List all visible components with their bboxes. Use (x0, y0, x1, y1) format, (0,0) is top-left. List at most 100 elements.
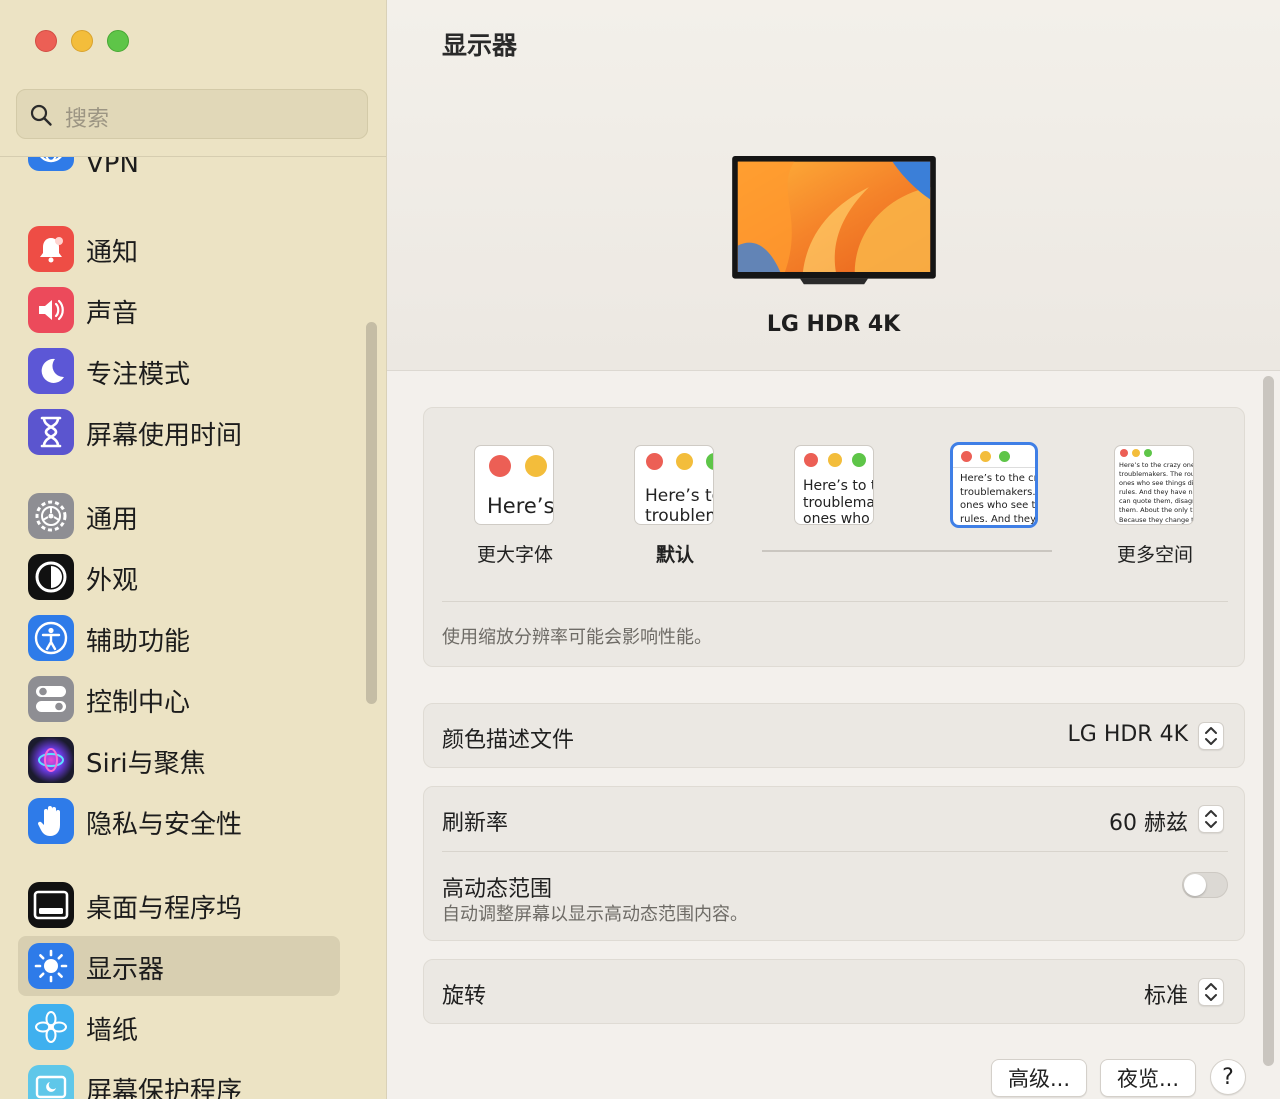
sidebar-item-label: 通用 (86, 505, 139, 535)
preview-text: Here’s (487, 494, 554, 518)
sidebar-item-label: Siri与聚焦 (86, 749, 206, 779)
toggle-knob (1184, 874, 1206, 896)
sidebar-item-label: 显示器 (86, 955, 165, 985)
resolution-preview: Here’s (474, 445, 554, 525)
gear-icon (28, 493, 74, 539)
display-name: LG HDR 4K (766, 312, 901, 337)
sidebar-item-appearance[interactable]: 外观 (18, 547, 340, 607)
sidebar-item-label: 声音 (86, 299, 139, 329)
sidebar-item-focus[interactable]: 专注模式 (18, 341, 340, 401)
sidebar-item-siri[interactable]: Siri与聚焦 (18, 730, 340, 790)
close-window-button[interactable] (35, 30, 57, 52)
siri-icon (28, 737, 74, 783)
search-placeholder: 搜索 (65, 107, 110, 132)
screensaver-icon (28, 1065, 74, 1099)
resolution-preview: Here’s to t troublema ones who (794, 445, 874, 525)
sidebar-item-notifications[interactable]: 通知 (18, 219, 340, 279)
advanced-button[interactable]: 高级... (991, 1059, 1087, 1097)
sidebar-item-label: 屏幕保护程序 (86, 1077, 243, 1099)
sidebar-item-privacy[interactable]: 隐私与安全性 (18, 791, 340, 851)
resolution-track (762, 550, 1052, 552)
resolution-option-more-space[interactable]: Here’s to the crazy one troublemakers. T… (1114, 445, 1196, 566)
appearance-icon (28, 554, 74, 600)
color-profile-label: 颜色描述文件 (442, 728, 575, 753)
speaker-icon (28, 287, 74, 333)
hdr-label: 高动态范围 (442, 877, 553, 902)
refresh-rate-popup[interactable] (1198, 805, 1224, 833)
resolution-card: Here’s 更大字体 Here’s to troublem 默认 (423, 407, 1245, 667)
color-profile-row[interactable]: 颜色描述文件 LG HDR 4K (423, 703, 1245, 768)
sidebar-divider (0, 156, 386, 157)
sidebar-item-accessibility[interactable]: 辅助功能 (18, 608, 340, 668)
hourglass-icon (28, 409, 74, 455)
preview-text: Here’s to troublem (645, 486, 713, 525)
sidebar-item-label: 桌面与程序坞 (86, 894, 243, 924)
hdr-description: 自动调整屏幕以显示高动态范围内容。 (442, 904, 748, 925)
chevron-updown-icon (1205, 810, 1217, 828)
color-profile-value: LG HDR 4K (1067, 722, 1188, 747)
performance-note: 使用缩放分辨率可能会影响性能。 (442, 627, 712, 648)
preview-text: Here’s to t troublema ones who (803, 478, 874, 525)
resolution-option-4[interactable]: Here’s to the cr troublemakers. ones who… (950, 442, 1038, 528)
rotation-value: 标准 (1143, 984, 1188, 1009)
sidebar-item-displays[interactable]: 显示器 (18, 936, 340, 996)
sidebar: 搜索 VPN 搜索 通知 声音 专注模式 (0, 0, 387, 1099)
resolution-option-default[interactable]: Here’s to troublem 默认 (634, 445, 716, 566)
sidebar-item-sound[interactable]: 声音 (18, 280, 340, 340)
resolution-preview: Here’s to the cr troublemakers. ones who… (950, 442, 1038, 528)
resolution-label: 更多空间 (1116, 544, 1193, 566)
resolution-preview: Here’s to troublem (634, 445, 714, 525)
minimize-window-button[interactable] (71, 30, 93, 52)
refresh-rate-value: 60 赫兹 (1109, 811, 1188, 836)
refresh-hdr-card: 刷新率 60 赫兹 高动态范围 自动调整屏幕以显示高动态范围内容。 (423, 786, 1245, 941)
sidebar-item-label: 墙纸 (86, 1016, 139, 1046)
chevron-updown-icon (1205, 727, 1217, 745)
sidebar-item-label: 通知 (86, 238, 139, 268)
card-divider (442, 851, 1228, 852)
sidebar-item-wallpaper[interactable]: 墙纸 (18, 997, 340, 1057)
moon-icon (28, 348, 74, 394)
sidebar-item-label: 隐私与安全性 (86, 810, 243, 840)
resolution-label: 更大字体 (476, 544, 553, 566)
zoom-window-button[interactable] (107, 30, 129, 52)
brightness-icon (28, 943, 74, 989)
card-divider (442, 601, 1228, 602)
preview-text: Here’s to the crazy one troublemakers. T… (1119, 461, 1194, 524)
resolution-option-3[interactable]: Here’s to t troublema ones who (794, 445, 876, 527)
rotation-row[interactable]: 旋转 标准 (423, 959, 1245, 1024)
resolution-option-larger-text[interactable]: Here’s 更大字体 (474, 445, 556, 566)
resolution-label: 默认 (655, 544, 694, 566)
sidebar-scrollbar[interactable] (366, 322, 377, 704)
flower-icon (28, 1004, 74, 1050)
toggles-icon (28, 676, 74, 722)
sidebar-item-label: 专注模式 (86, 360, 191, 390)
preview-text: Here’s to the cr troublemakers. ones who… (960, 473, 1038, 525)
sidebar-item-desktop-dock[interactable]: 桌面与程序坞 (18, 875, 340, 935)
color-profile-popup[interactable] (1198, 722, 1224, 750)
main-pane: 显示器 LG HDR 4K Here’s 更大字体 Here’s t troub… (387, 0, 1280, 1099)
night-shift-button[interactable]: 夜览... (1100, 1059, 1196, 1097)
display-header: 显示器 LG HDR 4K (387, 0, 1280, 371)
sidebar-item-general[interactable]: 通用 (18, 486, 340, 546)
monitor-icon[interactable] (726, 156, 942, 288)
help-button[interactable]: ? (1210, 1059, 1246, 1095)
rotation-popup[interactable] (1198, 978, 1224, 1006)
search-field-overlay[interactable]: 搜索 (16, 89, 368, 139)
rotation-label: 旋转 (442, 984, 487, 1009)
sidebar-item-screen-time[interactable]: 屏幕使用时间 (18, 402, 340, 462)
search-icon (30, 104, 52, 126)
sidebar-item-control-center[interactable]: 控制中心 (18, 669, 340, 729)
sidebar-item-label: 控制中心 (86, 688, 191, 718)
sidebar-item-label: 辅助功能 (86, 627, 191, 657)
main-scrollbar[interactable] (1263, 376, 1274, 1066)
chevron-updown-icon (1205, 983, 1217, 1001)
dock-icon (28, 882, 74, 928)
hand-icon (28, 798, 74, 844)
accessibility-icon (28, 615, 74, 661)
page-title: 显示器 (442, 31, 518, 60)
sidebar-item-screen-saver[interactable]: 屏幕保护程序 (18, 1058, 340, 1099)
sidebar-item-label: 屏幕使用时间 (86, 421, 243, 451)
bell-icon (28, 226, 74, 272)
sidebar-item-label: 外观 (86, 566, 139, 596)
hdr-toggle[interactable] (1182, 872, 1228, 898)
